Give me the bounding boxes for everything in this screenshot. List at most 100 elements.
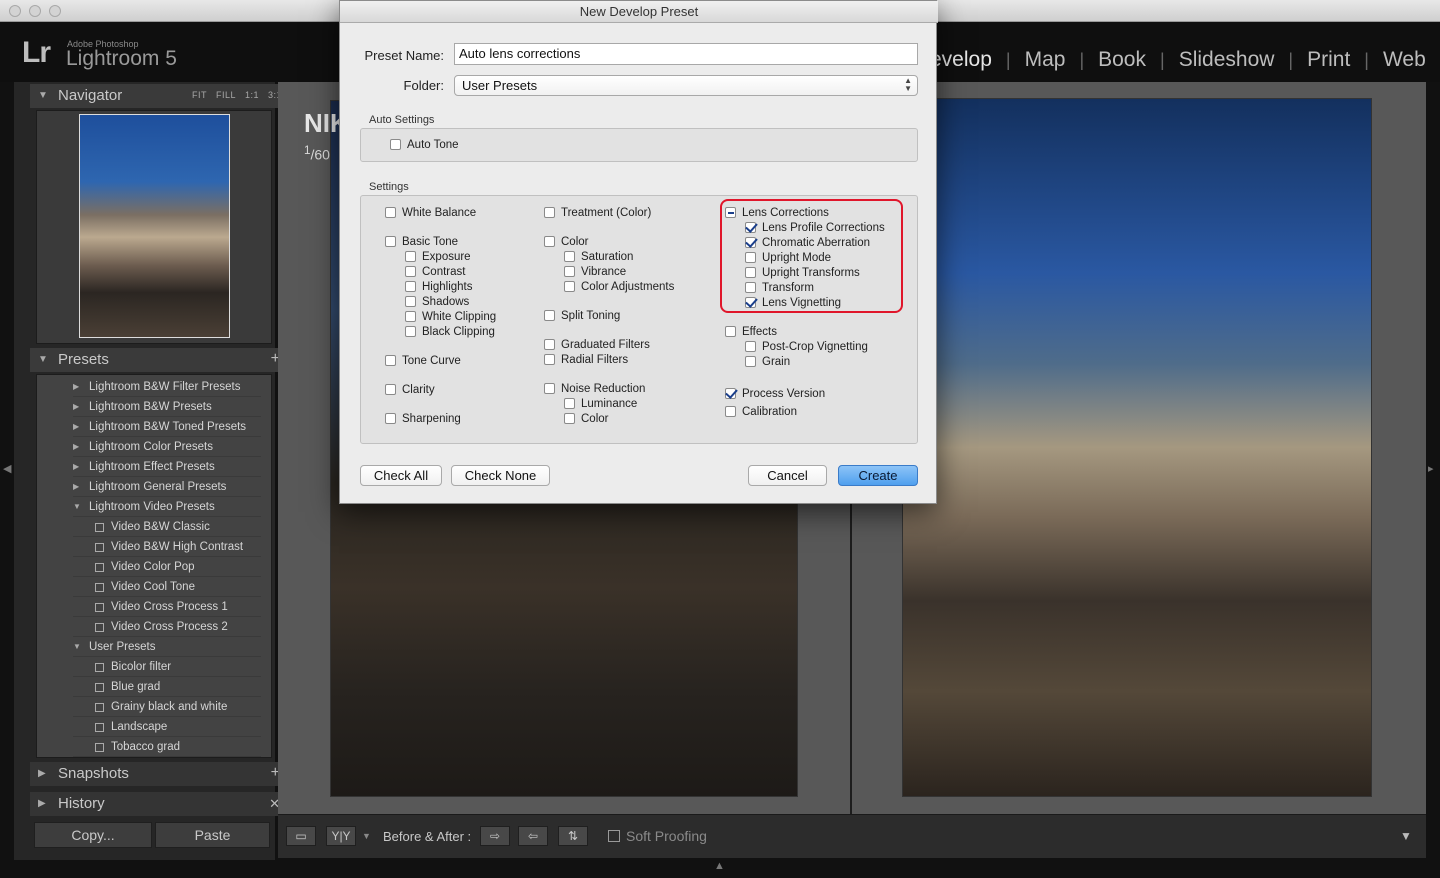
black-clipping-checkbox[interactable]: Black Clipping <box>405 324 495 339</box>
graduated-filters-checkbox[interactable]: Graduated Filters <box>544 337 650 352</box>
preset-label: Video B&W Classic <box>111 521 210 533</box>
exposure-checkbox[interactable]: Exposure <box>405 249 471 264</box>
collapse-left-panel-icon[interactable]: ◀ <box>3 462 11 475</box>
after-photo[interactable] <box>902 98 1372 797</box>
left-panel: ▼ Navigator FIT FILL 1:1 3:1 ▼ Presets +… <box>14 82 288 860</box>
checkbox-box <box>544 207 555 218</box>
navigator-thumbnail[interactable] <box>79 114 230 338</box>
check-all-button[interactable]: Check All <box>360 465 442 486</box>
shadows-checkbox[interactable]: Shadows <box>405 294 469 309</box>
highlights-checkbox[interactable]: Highlights <box>405 279 473 294</box>
checkbox-box <box>385 207 396 218</box>
sharpening-checkbox[interactable]: Sharpening <box>385 411 461 426</box>
checkbox-box <box>544 310 555 321</box>
create-button[interactable]: Create <box>838 465 918 486</box>
loupe-view-button[interactable]: ▭ <box>286 826 316 846</box>
color-adjustments-checkbox[interactable]: Color Adjustments <box>564 279 674 294</box>
preset-template-icon <box>95 683 104 692</box>
collapsed-triangle-icon[interactable]: ▶ <box>73 377 79 397</box>
preset-label: Video B&W High Contrast <box>111 541 244 553</box>
module-develop[interactable]: evelop <box>930 48 992 72</box>
preset-template-icon <box>95 623 104 632</box>
preset-name-input[interactable]: Auto lens corrections <box>454 43 918 65</box>
expanded-triangle-icon[interactable]: ▼ <box>73 497 81 517</box>
checkbox-box <box>405 266 416 277</box>
collapsed-triangle-icon[interactable]: ▶ <box>73 437 79 457</box>
checkbox-box <box>405 281 416 292</box>
luminance-label: Luminance <box>581 397 638 410</box>
saturation-checkbox[interactable]: Saturation <box>564 249 633 264</box>
graduated-filters-label: Graduated Filters <box>561 338 650 351</box>
close-window-button[interactable] <box>9 5 21 17</box>
cancel-button[interactable]: Cancel <box>748 465 827 486</box>
module-web[interactable]: Web <box>1383 48 1426 72</box>
collapsed-triangle-icon[interactable]: ▶ <box>73 417 79 437</box>
module-print[interactable]: Print <box>1307 48 1350 72</box>
module-map[interactable]: Map <box>1025 48 1066 72</box>
copy-before-to-after-button[interactable]: ⇨ <box>480 826 510 846</box>
checkbox-box <box>544 236 555 247</box>
contrast-checkbox[interactable]: Contrast <box>405 264 465 279</box>
soft-proofing-checkbox[interactable] <box>608 830 620 842</box>
presets-header[interactable]: ▼ Presets + <box>30 348 288 372</box>
collapse-right-panel-icon[interactable]: ▸ <box>1428 462 1434 475</box>
white-clipping-checkbox[interactable]: White Clipping <box>405 309 496 324</box>
collapse-triangle-icon[interactable]: ▼ <box>38 90 48 101</box>
post-crop-vignetting-checkbox[interactable]: Post-Crop Vignetting <box>745 339 868 354</box>
collapsed-triangle-icon[interactable]: ▶ <box>73 457 79 477</box>
expand-triangle-icon[interactable]: ▶ <box>38 798 46 809</box>
copy-settings-button[interactable]: Copy... <box>34 822 152 848</box>
swap-icon: ⇅ <box>567 829 579 843</box>
luminance-checkbox[interactable]: Luminance <box>564 396 637 411</box>
swap-before-after-button[interactable]: ⇅ <box>558 826 588 846</box>
toolbar-menu-icon[interactable]: ▼ <box>1400 829 1412 843</box>
noise-reduction-checkbox[interactable]: Noise Reduction <box>544 381 645 396</box>
preset-label: Lightroom Video Presets <box>89 501 215 513</box>
basic-tone-checkbox[interactable]: Basic Tone <box>385 234 458 249</box>
zoom-fill[interactable]: FILL <box>216 90 236 100</box>
check-none-button[interactable]: Check None <box>451 465 550 486</box>
minimize-window-button[interactable] <box>29 5 41 17</box>
collapsed-triangle-icon[interactable]: ▶ <box>73 397 79 417</box>
navigator-header[interactable]: ▼ Navigator FIT FILL 1:1 3:1 <box>30 84 288 108</box>
collapse-triangle-icon[interactable]: ▼ <box>38 354 48 365</box>
navigator-zoom-options: FIT FILL 1:1 3:1 <box>192 90 282 100</box>
zoom-1-1[interactable]: 1:1 <box>245 90 259 100</box>
grain-checkbox[interactable]: Grain <box>745 354 790 369</box>
auto-tone-checkbox[interactable]: Auto Tone <box>390 137 459 152</box>
color-checkbox[interactable]: Color <box>564 411 608 426</box>
clarity-checkbox[interactable]: Clarity <box>385 382 435 397</box>
zoom-window-button[interactable] <box>49 5 61 17</box>
collapsed-triangle-icon[interactable]: ▶ <box>73 477 79 497</box>
before-after-view-button[interactable]: Y|Y <box>326 826 356 846</box>
vibrance-checkbox[interactable]: Vibrance <box>564 264 626 279</box>
copy-after-to-before-button[interactable]: ⇦ <box>518 826 548 846</box>
preset-label: Grainy black and white <box>111 701 228 713</box>
folder-select[interactable]: User Presets ▲ ▼ <box>454 75 918 96</box>
process-version-checkbox[interactable]: Process Version <box>725 386 825 401</box>
split-toning-checkbox[interactable]: Split Toning <box>544 308 620 323</box>
tone-curve-checkbox[interactable]: Tone Curve <box>385 353 461 368</box>
snapshots-header[interactable]: ▶ Snapshots + <box>30 762 288 786</box>
white-balance-checkbox[interactable]: White Balance <box>385 205 476 220</box>
exposure-label: Exposure <box>422 250 471 263</box>
dialog-title: New Develop Preset <box>340 1 938 23</box>
module-slideshow[interactable]: Slideshow <box>1179 48 1275 72</box>
preset-template-icon <box>95 523 104 532</box>
treatment-color-checkbox[interactable]: Treatment (Color) <box>544 205 651 220</box>
effects-checkbox[interactable]: Effects <box>725 324 777 339</box>
history-header[interactable]: ▶ History ✕ <box>30 792 288 816</box>
calibration-checkbox[interactable]: Calibration <box>725 404 797 419</box>
radial-filters-checkbox[interactable]: Radial Filters <box>544 352 628 367</box>
expanded-triangle-icon[interactable]: ▼ <box>73 637 81 657</box>
checkbox-box <box>725 406 736 417</box>
module-book[interactable]: Book <box>1098 48 1146 72</box>
checkbox-box <box>385 413 396 424</box>
view-dropdown-icon[interactable]: ▼ <box>362 831 371 841</box>
paste-settings-button[interactable]: Paste <box>155 822 270 848</box>
collapse-filmstrip-icon[interactable]: ▲ <box>714 860 725 872</box>
arrow-right-icon: ⇨ <box>489 829 501 843</box>
zoom-fit[interactable]: FIT <box>192 90 207 100</box>
color-checkbox[interactable]: Color <box>544 234 588 249</box>
expand-triangle-icon[interactable]: ▶ <box>38 768 46 779</box>
